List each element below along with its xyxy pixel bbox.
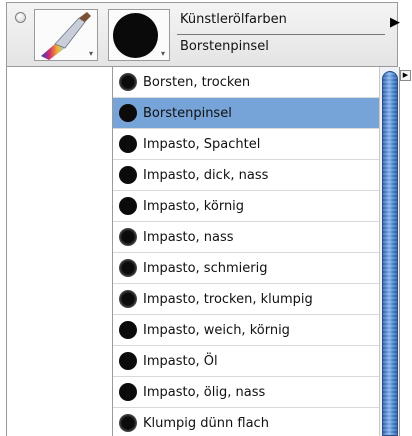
list-item[interactable]: Impasto, körnig: [113, 191, 379, 222]
brush-dab-icon: [119, 135, 137, 153]
chevron-down-icon: ▾: [88, 49, 93, 58]
brush-dab-icon: [119, 197, 137, 215]
list-item[interactable]: Borsten, trocken: [113, 67, 379, 98]
brush-category-label[interactable]: Künstlerölfarben: [177, 11, 385, 29]
list-item-selected[interactable]: Borstenpinsel: [113, 98, 379, 129]
list-item[interactable]: Impasto, weich, körnig: [113, 315, 379, 346]
brush-dab-icon: [119, 352, 137, 370]
brush-dab-icon: [119, 73, 137, 91]
list-item[interactable]: Impasto, schmierig: [113, 253, 379, 284]
brush-dab-icon: [119, 259, 137, 277]
list-item-label: Impasto, trocken, klumpig: [143, 291, 313, 307]
list-item-label: Impasto, nass: [143, 229, 234, 245]
brush-category-picker[interactable]: ▾: [34, 9, 98, 61]
brush-dab-icon: [119, 166, 137, 184]
brush-dab-icon: [119, 321, 137, 339]
chevron-down-icon: ▾: [160, 49, 165, 58]
brush-dab-icon: [119, 383, 137, 401]
brush-dab-icon: [119, 290, 137, 308]
brush-dab-icon: [113, 13, 158, 58]
brush-dab-icon: [119, 228, 137, 246]
list-item[interactable]: Klumpig dünn flach: [113, 408, 379, 436]
list-item[interactable]: Impasto, trocken, klumpig: [113, 284, 379, 315]
list-item-label: Borstenpinsel: [143, 105, 232, 121]
list-item[interactable]: Impasto, nass: [113, 222, 379, 253]
list-item-label: Borsten, trocken: [143, 74, 251, 90]
brush-selector-bar: ▾ ▾ Künstlerölfarben Borstenpinsel ▶: [6, 2, 400, 67]
divider: [177, 34, 385, 35]
list-item-label: Impasto, Spachtel: [143, 136, 261, 152]
scrollbar-thumb[interactable]: [382, 71, 398, 436]
brush-dab-icon: [119, 104, 137, 122]
palette-menu-arrow-icon[interactable]: ▶: [390, 15, 402, 31]
list-item-label: Impasto, dick, nass: [143, 167, 269, 183]
list-item-label: Impasto, Öl: [143, 353, 218, 369]
list-item-label: Impasto, weich, körnig: [143, 322, 290, 338]
brush-dab-icon: [119, 414, 137, 432]
list-item[interactable]: Impasto, Spachtel: [113, 129, 379, 160]
brush-variant-picker[interactable]: ▾: [108, 9, 170, 61]
palette-close-button[interactable]: [15, 12, 26, 23]
brush-variant-popup: Borsten, trocken Borstenpinsel Impasto, …: [112, 67, 400, 436]
vertical-scrollbar[interactable]: [379, 67, 399, 436]
variant-list: Borsten, trocken Borstenpinsel Impasto, …: [113, 67, 379, 436]
popup-menu-arrow-icon[interactable]: ▶: [400, 70, 411, 81]
list-item-label: Impasto, körnig: [143, 198, 245, 214]
list-item[interactable]: Impasto, dick, nass: [113, 160, 379, 191]
list-item[interactable]: Impasto, Öl: [113, 346, 379, 377]
brush-variant-label[interactable]: Borstenpinsel: [177, 38, 385, 56]
list-item-label: Klumpig dünn flach: [143, 415, 269, 431]
list-item-label: Impasto, ölig, nass: [143, 384, 266, 400]
left-pane: [6, 67, 112, 436]
list-item-label: Impasto, schmierig: [143, 260, 268, 276]
list-item[interactable]: Impasto, ölig, nass: [113, 377, 379, 408]
